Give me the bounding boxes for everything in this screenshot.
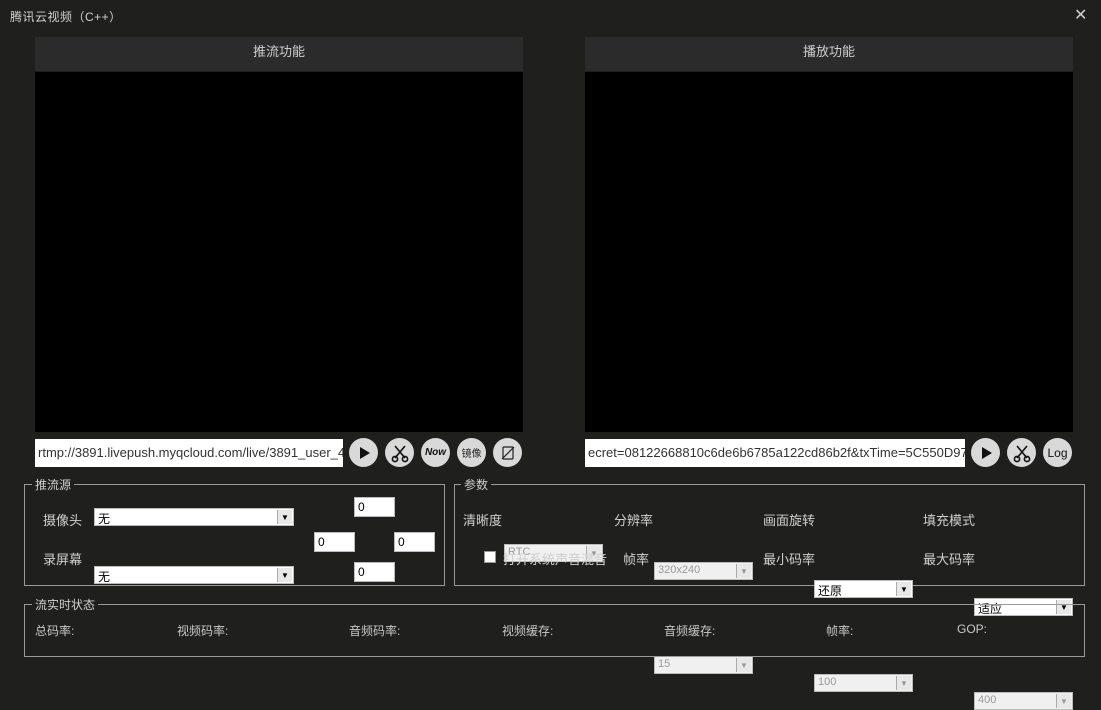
rotation-label: 画面旋转 — [763, 513, 816, 528]
mix-audio-label: 打开系统声音混音 — [503, 552, 608, 567]
camera-select[interactable]: 无 ▼ — [94, 508, 294, 526]
video-bitrate-label: 视频码率: — [177, 624, 229, 638]
push-url-input[interactable]: rtmp://3891.livepush.myqcloud.com/live/3… — [35, 439, 343, 467]
max-bitrate-label: 最大码率 — [923, 552, 976, 567]
play-log-button[interactable]: Log — [1043, 438, 1072, 467]
scissors-icon — [1013, 444, 1030, 462]
play-icon — [359, 446, 370, 459]
close-icon[interactable]: ✕ — [1074, 5, 1087, 25]
screen-label: 录屏幕 — [43, 552, 83, 567]
crop-left-input[interactable]: 0 — [314, 532, 355, 552]
crop-top-input[interactable]: 0 — [354, 497, 395, 517]
audio-bitrate-label: 音频码率: — [349, 624, 401, 638]
quality-label: 清晰度 — [463, 513, 503, 528]
mirror-icon: 镜像 — [461, 449, 482, 460]
gop-status-label: GOP: — [957, 622, 988, 636]
fill-mode-label: 填充模式 — [923, 513, 976, 528]
play-panel-header: 播放功能 — [585, 37, 1073, 71]
min-bitrate-label: 最小码率 — [763, 552, 816, 567]
stream-status-legend: 流实时状态 — [32, 596, 99, 613]
total-bitrate-label: 总码率: — [35, 624, 75, 638]
audio-cache-label: 音频缓存: — [664, 624, 716, 638]
video-cache-label: 视频缓存: — [502, 624, 554, 638]
log-icon: Log — [1047, 445, 1068, 460]
params-legend: 参数 — [461, 476, 492, 493]
play-url-input[interactable]: ecret=08122668810c6de6b6785a122cd86b2f&t… — [585, 439, 965, 467]
chevron-down-icon: ▼ — [896, 676, 911, 690]
push-now-button[interactable]: Now — [421, 438, 450, 467]
chevron-down-icon: ▼ — [277, 568, 292, 582]
fps-value: 15 — [658, 658, 671, 670]
screen-value: 无 — [98, 570, 111, 584]
mix-audio-checkbox[interactable] — [484, 551, 496, 563]
push-video-preview — [35, 72, 523, 432]
resolution-label: 分辨率 — [614, 513, 654, 528]
max-bitrate-select[interactable]: 400 ▼ — [974, 692, 1073, 710]
window-title: 腾讯云视频（C++） — [10, 10, 122, 24]
chevron-down-icon: ▼ — [736, 658, 751, 672]
chevron-down-icon: ▼ — [896, 582, 911, 596]
scissors-icon — [391, 444, 408, 462]
play-video-preview — [585, 72, 1073, 432]
push-snapshot-button[interactable] — [385, 438, 414, 467]
chevron-down-icon: ▼ — [277, 510, 292, 524]
play-play-button[interactable] — [971, 438, 1000, 467]
push-mirror-button[interactable]: 镜像 — [457, 438, 486, 467]
push-panel-header: 推流功能 — [35, 37, 523, 71]
fps-status-label: 帧率: — [826, 624, 854, 638]
camera-value: 无 — [98, 512, 111, 526]
camera-label: 摄像头 — [43, 513, 83, 528]
now-icon: Now — [424, 447, 447, 458]
chevron-down-icon: ▼ — [1056, 694, 1071, 708]
resolution-value: 320x240 — [658, 564, 701, 576]
play-snapshot-button[interactable] — [1007, 438, 1036, 467]
fps-label: 帧率 — [623, 552, 650, 567]
min-bitrate-value: 100 — [818, 676, 837, 688]
params-group — [454, 484, 1085, 586]
crop-right-input[interactable]: 0 — [394, 532, 435, 552]
rotation-value: 还原 — [818, 584, 843, 598]
push-source-legend: 推流源 — [32, 476, 75, 493]
push-play-button[interactable] — [349, 438, 378, 467]
push-rotate-button[interactable] — [493, 438, 522, 467]
crop-bottom-input[interactable]: 0 — [354, 562, 395, 582]
resolution-select[interactable]: 320x240 ▼ — [654, 562, 753, 580]
rotation-select[interactable]: 还原 ▼ — [814, 580, 913, 598]
chevron-down-icon: ▼ — [736, 564, 751, 578]
play-icon — [981, 446, 992, 459]
rotate-icon — [501, 445, 514, 460]
min-bitrate-select[interactable]: 100 ▼ — [814, 674, 913, 692]
screen-select[interactable]: 无 ▼ — [94, 566, 294, 584]
fps-select[interactable]: 15 ▼ — [654, 656, 753, 674]
max-bitrate-value: 400 — [978, 694, 997, 706]
